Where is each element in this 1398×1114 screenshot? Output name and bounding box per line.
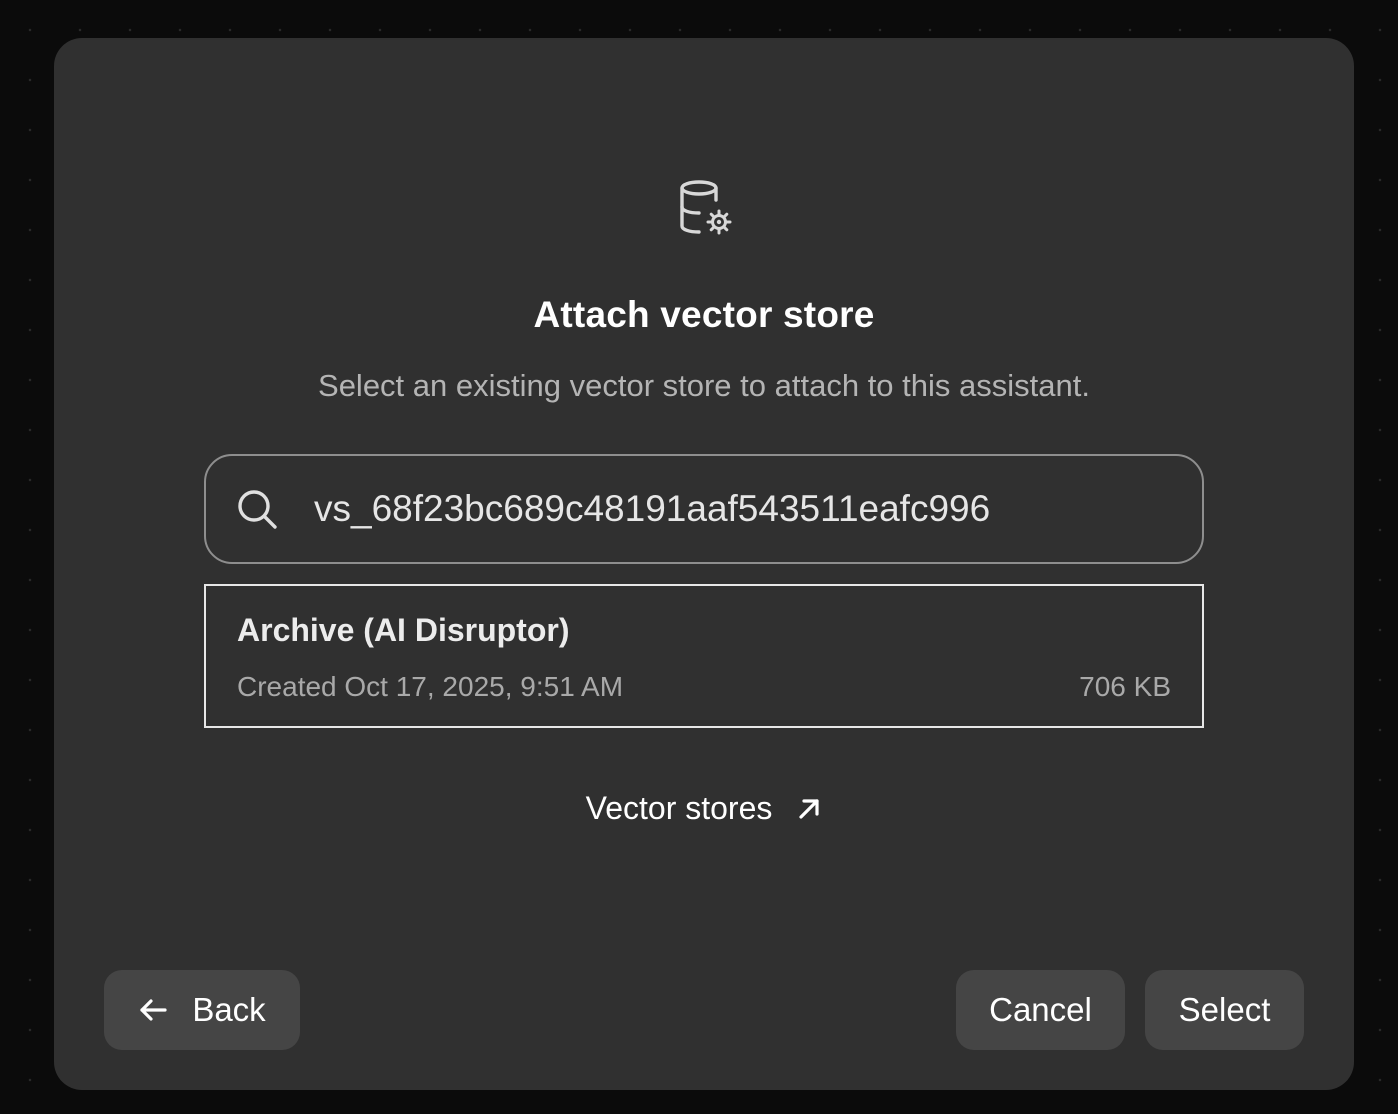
external-link-arrow-icon [799, 798, 819, 819]
search-icon [238, 490, 277, 529]
vector-store-size: 706 KB [1079, 671, 1171, 702]
search-input[interactable] [314, 476, 1174, 542]
back-button-label: Back [192, 991, 266, 1028]
vector-store-created-date: Created Oct 17, 2025, 9:51 AM [237, 671, 624, 702]
dialog-title: Attach vector store [533, 294, 875, 335]
attach-vector-store-dialog: Attach vector store Select an existing v… [54, 38, 1354, 1090]
arrow-left-icon [140, 999, 167, 1021]
cancel-button[interactable]: Cancel [956, 970, 1125, 1050]
back-button[interactable]: Back [104, 970, 300, 1050]
vector-store-list-item[interactable]: Archive (AI Disruptor) Created Oct 17, 2… [204, 584, 1204, 728]
search-field[interactable] [204, 454, 1204, 564]
dialog-subtitle: Select an existing vector store to attac… [318, 368, 1090, 403]
vector-stores-link-row: Vector stores [54, 790, 1354, 827]
select-button[interactable]: Select [1145, 970, 1304, 1050]
database-gear-icon [680, 180, 732, 235]
vector-store-name: Archive (AI Disruptor) [237, 612, 570, 648]
vector-stores-link[interactable]: Vector stores [586, 790, 823, 827]
vector-stores-link-label: Vector stores [585, 790, 773, 826]
